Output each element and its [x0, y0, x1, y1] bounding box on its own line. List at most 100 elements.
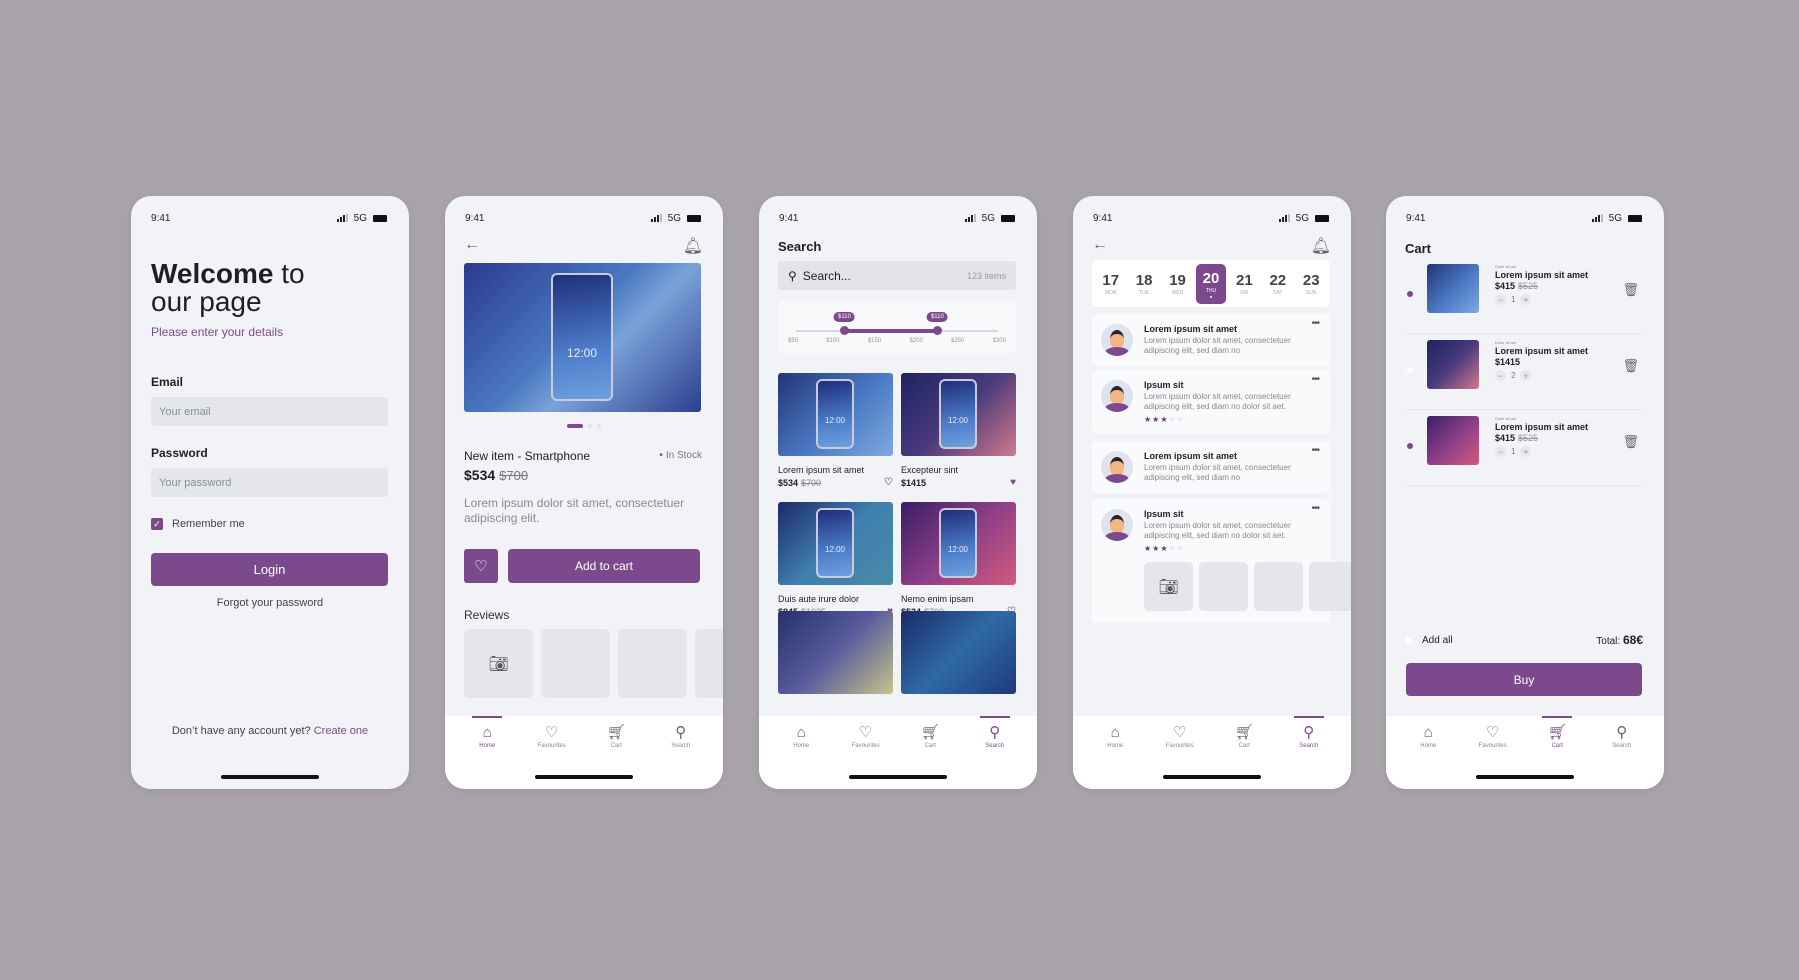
select-radio[interactable]: [1407, 443, 1413, 449]
date-21[interactable]: 21 FRI: [1229, 264, 1259, 304]
cart-icon: 🛒︎: [1547, 724, 1567, 741]
trash-icon[interactable]: 🗑︎: [1622, 434, 1639, 450]
remember-me-checkbox[interactable]: ✓ Remember me: [151, 518, 245, 530]
bell-icon[interactable]: 🔔︎: [683, 236, 703, 256]
avatar: [1101, 451, 1133, 483]
heart-icon[interactable]: ♥: [1010, 477, 1016, 488]
min-price-label: $110: [834, 312, 855, 322]
product-image: 12:00: [778, 373, 893, 456]
signal-icon: [1278, 214, 1290, 222]
date-19[interactable]: 19 WED: [1163, 264, 1193, 304]
photo-placeholder[interactable]: [618, 629, 687, 698]
bell-icon[interactable]: 🔔︎: [1311, 236, 1331, 256]
review-body: Lorem ipsum dolor sit amet, consectetuer…: [1144, 392, 1291, 411]
tab-favourites[interactable]: ♡ Favourites: [527, 724, 577, 749]
login-button[interactable]: Login: [151, 553, 388, 586]
select-radio[interactable]: [1407, 291, 1413, 297]
tab-favourites[interactable]: ♡ Favourites: [1468, 724, 1518, 749]
favourite-button[interactable]: ♡: [464, 549, 498, 583]
date-18[interactable]: 18 TUE: [1129, 264, 1159, 304]
tab-search[interactable]: ⚲ Search: [970, 716, 1020, 749]
plus-button[interactable]: +: [1520, 446, 1532, 457]
photo-placeholder[interactable]: [1309, 562, 1351, 611]
page-title: Welcome to our page: [151, 260, 305, 316]
tab-search[interactable]: ⚲ Search: [656, 724, 706, 749]
day-number: 20: [1202, 269, 1220, 287]
back-arrow-icon[interactable]: ←: [464, 236, 480, 256]
email-input[interactable]: [151, 397, 388, 426]
tab-cart[interactable]: 🛒︎ Cart: [1532, 716, 1582, 749]
photo-placeholder[interactable]: [541, 629, 610, 698]
max-handle[interactable]: [933, 326, 943, 335]
product-card[interactable]: [778, 611, 893, 694]
product-card[interactable]: 12:00 Excepteur sint $1415 ♥: [901, 373, 1016, 488]
minus-button[interactable]: −: [1495, 446, 1506, 457]
day-number: 17: [1102, 271, 1120, 289]
tab-cart[interactable]: 🛒︎ Cart: [591, 724, 641, 749]
select-radio[interactable]: [1407, 367, 1413, 373]
tab-home[interactable]: ⌂ Home: [1403, 724, 1453, 749]
minus-button[interactable]: −: [1495, 294, 1506, 305]
add-photo-button[interactable]: 📷︎: [464, 629, 533, 698]
reviews-heading: Reviews: [464, 608, 510, 622]
tab-search[interactable]: ⚲ Search: [1284, 716, 1334, 749]
tab-label: Home: [1107, 743, 1124, 749]
trash-icon[interactable]: 🗑︎: [1622, 282, 1639, 298]
plus-button[interactable]: +: [1520, 370, 1532, 381]
add-to-cart-button[interactable]: Add to cart: [508, 549, 700, 583]
product-grid-more: [778, 611, 1018, 694]
date-22[interactable]: 22 SAT: [1263, 264, 1293, 304]
plus-button[interactable]: +: [1520, 294, 1532, 305]
product-card[interactable]: 12:00 Lorem ipsum sit amet $534 $700 ♡: [778, 373, 893, 488]
signal-icon: [336, 214, 348, 222]
date-17[interactable]: 17 MON: [1096, 264, 1126, 304]
password-input[interactable]: [151, 468, 388, 497]
add-all-toggle[interactable]: Add all: [1405, 635, 1453, 646]
more-options-icon[interactable]: •••: [1311, 503, 1319, 514]
item-name: Lorem ipsum sit amet: [1495, 270, 1589, 280]
photo-placeholder[interactable]: [1254, 562, 1303, 611]
product-image: [901, 611, 1016, 694]
home-indicator: [1476, 775, 1574, 779]
review-body: Lorem ipsum dolor sit amet, consectetuer…: [1144, 463, 1291, 482]
price: $1415: [1495, 357, 1521, 367]
buy-button[interactable]: Buy: [1406, 663, 1642, 696]
trash-icon[interactable]: 🗑︎: [1622, 358, 1639, 374]
product-card[interactable]: 12:00Nemo enim ipsam$534$700♡: [901, 502, 1016, 617]
review-title: Ipsum sit: [1144, 380, 1184, 390]
search-input[interactable]: ⚲ Search... 123 items: [778, 261, 1016, 290]
price: $534: [464, 467, 496, 483]
weekday: SUN: [1305, 289, 1317, 296]
more-options-icon[interactable]: •••: [1311, 445, 1319, 456]
create-account-link[interactable]: Create one: [314, 725, 368, 737]
page-title: Search: [778, 239, 822, 254]
back-arrow-icon[interactable]: ←: [1092, 236, 1108, 256]
date-23[interactable]: 23 SUN: [1296, 264, 1326, 304]
tab-home[interactable]: ⌂ Home: [462, 716, 512, 749]
photo-placeholder[interactable]: [1199, 562, 1248, 611]
more-options-icon[interactable]: •••: [1311, 318, 1319, 329]
search-icon: ⚲: [788, 268, 797, 283]
product-card[interactable]: 12:00Duis aute irure dolor$845$1025♥: [778, 502, 893, 617]
carousel-dots[interactable]: [445, 424, 723, 428]
tab-favourites[interactable]: ♡ Favourites: [841, 724, 891, 749]
tab-label: Home: [793, 743, 810, 749]
tab-home[interactable]: ⌂ Home: [1090, 724, 1140, 749]
minus-button[interactable]: −: [1495, 370, 1506, 381]
product-card[interactable]: [901, 611, 1016, 694]
photo-placeholder[interactable]: [695, 629, 723, 698]
tab-home[interactable]: ⌂ Home: [776, 724, 826, 749]
price: $534$700: [778, 477, 822, 488]
price-range-slider[interactable]: $110 $110 $50 $100 $150 $200 $250 $300: [778, 301, 1016, 353]
tab-cart[interactable]: 🛒︎ Cart: [905, 724, 955, 749]
forgot-password-link[interactable]: Forgot your password: [131, 597, 409, 609]
date-20[interactable]: 20 THU: [1195, 263, 1226, 304]
heart-icon[interactable]: ♡: [884, 477, 893, 488]
tab-search[interactable]: ⚲ Search: [1597, 724, 1647, 749]
tab-cart[interactable]: 🛒︎ Cart: [1219, 724, 1269, 749]
quantity-stepper: −1 +: [1495, 294, 1588, 305]
tab-favourites[interactable]: ♡ Favourites: [1155, 724, 1205, 749]
min-handle[interactable]: [840, 326, 850, 335]
more-options-icon[interactable]: •••: [1311, 374, 1319, 385]
add-photo-button[interactable]: 📷︎: [1144, 562, 1193, 611]
